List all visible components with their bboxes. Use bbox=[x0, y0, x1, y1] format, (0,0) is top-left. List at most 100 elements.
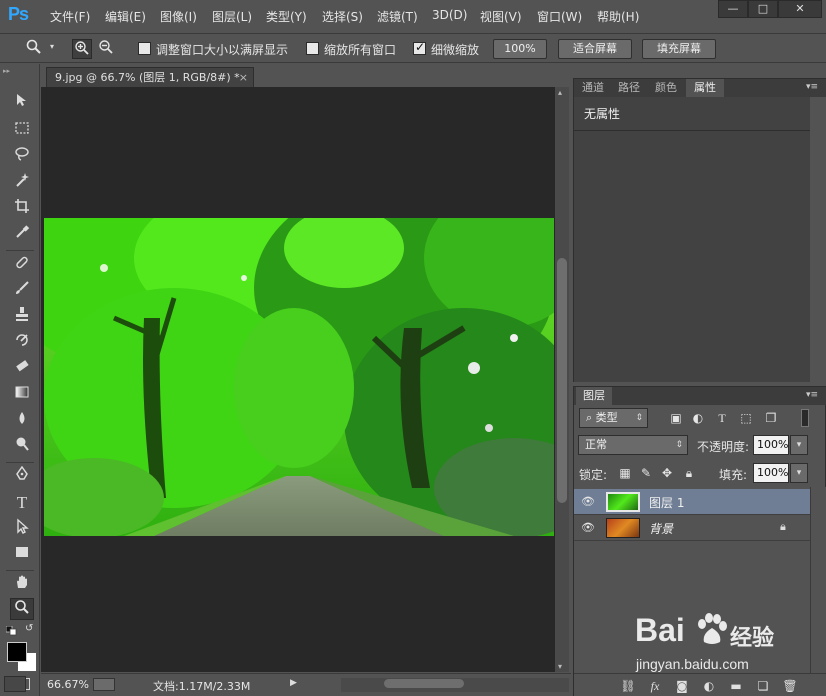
status-info-icon[interactable] bbox=[93, 678, 115, 691]
filter-pixel-icon[interactable]: ▣ bbox=[667, 409, 685, 427]
zoom-tool-icon[interactable] bbox=[10, 598, 34, 620]
zoom-level-readout[interactable]: 66.67% bbox=[47, 678, 89, 691]
tab-layers[interactable]: 图层 bbox=[576, 387, 612, 405]
lock-transparent-pixels-icon[interactable]: ▦ bbox=[617, 465, 633, 481]
menu-layer[interactable]: 图层(L) bbox=[212, 8, 252, 25]
layer-name[interactable]: 图层 1 bbox=[649, 494, 684, 511]
filter-type-icon[interactable]: T bbox=[713, 409, 731, 427]
layer-row-layer1[interactable]: 👁︎ 图层 1 bbox=[574, 489, 810, 515]
menu-edit[interactable]: 编辑(E) bbox=[105, 8, 146, 25]
layer-row-background[interactable]: 👁︎ 背景 🔒︎ bbox=[574, 515, 810, 541]
toolbar-collapse-icon[interactable]: ▸▸ bbox=[3, 67, 33, 75]
menu-filter[interactable]: 滤镜(T) bbox=[377, 8, 418, 25]
visibility-eye-icon[interactable]: 👁︎ bbox=[580, 520, 596, 536]
layer-style-fx-icon[interactable]: fx bbox=[646, 677, 664, 695]
filter-adjustment-icon[interactable]: ◐ bbox=[689, 409, 707, 427]
eraser-tool-icon[interactable] bbox=[10, 358, 34, 380]
document-tab[interactable]: 9.jpg @ 66.7% (图层 1, RGB/8#) * × bbox=[46, 67, 254, 87]
filter-toggle-switch[interactable] bbox=[801, 409, 809, 427]
properties-scrollbar[interactable] bbox=[810, 97, 826, 382]
blend-mode-dropdown[interactable]: 正常 ⇕ bbox=[578, 435, 688, 455]
tab-paths[interactable]: 路径 bbox=[612, 79, 646, 97]
blur-tool-icon[interactable] bbox=[10, 410, 34, 432]
hand-tool-icon[interactable] bbox=[10, 574, 34, 596]
visibility-eye-icon[interactable]: 👁︎ bbox=[580, 494, 596, 510]
tab-color[interactable]: 颜色 bbox=[648, 79, 684, 97]
scrubby-zoom-checkbox[interactable] bbox=[413, 40, 426, 55]
lasso-tool-icon[interactable] bbox=[10, 146, 34, 168]
gradient-tool-icon[interactable] bbox=[10, 384, 34, 406]
tab-channels[interactable]: 通道 bbox=[576, 79, 610, 97]
opacity-slider-toggle-icon[interactable]: ▾ bbox=[790, 435, 808, 455]
menu-type[interactable]: 类型(Y) bbox=[266, 8, 307, 25]
tab-properties[interactable]: 属性 bbox=[686, 79, 724, 97]
clone-stamp-tool-icon[interactable] bbox=[10, 306, 34, 328]
status-menu-arrow-icon[interactable]: ▶ bbox=[290, 678, 297, 688]
history-brush-tool-icon[interactable] bbox=[10, 332, 34, 354]
resize-windows-label: 调整窗口大小以满屏显示 bbox=[156, 43, 289, 57]
crop-tool-icon[interactable] bbox=[10, 198, 34, 220]
layer-filter-dropdown[interactable]: ⌕ 类型 ⇕ bbox=[579, 408, 648, 428]
path-selection-tool-icon[interactable] bbox=[10, 518, 34, 540]
document-size-info: 文档:1.17M/2.33M bbox=[153, 680, 251, 693]
magic-wand-tool-icon[interactable] bbox=[10, 172, 34, 194]
minimize-button[interactable]: — bbox=[718, 0, 748, 18]
tab-close-icon[interactable]: × bbox=[239, 68, 248, 87]
menu-file[interactable]: 文件(F) bbox=[50, 8, 90, 25]
add-mask-icon[interactable]: ◙ bbox=[673, 677, 691, 695]
layers-scrollbar[interactable] bbox=[810, 487, 826, 673]
menu-view[interactable]: 视图(V) bbox=[480, 8, 522, 25]
panel-menu-icon[interactable]: ▾≡ bbox=[806, 82, 818, 92]
maximize-button[interactable]: □ bbox=[748, 0, 778, 18]
zoom-in-icon[interactable] bbox=[72, 39, 92, 59]
scroll-down-arrow-icon[interactable]: ▾ bbox=[558, 662, 562, 671]
fill-input[interactable]: 100% bbox=[753, 463, 789, 483]
default-colors-icon[interactable] bbox=[5, 625, 18, 636]
filter-shape-icon[interactable]: ⬚ bbox=[737, 409, 755, 427]
eyedropper-tool-icon[interactable] bbox=[10, 224, 34, 246]
rectangle-tool-icon[interactable] bbox=[10, 544, 34, 566]
menu-select[interactable]: 选择(S) bbox=[322, 8, 363, 25]
brush-tool-icon[interactable] bbox=[10, 280, 34, 302]
fill-screen-button[interactable]: 填充屏幕 bbox=[642, 39, 716, 59]
forest-road-photo[interactable] bbox=[44, 218, 554, 536]
layers-panel-menu-icon[interactable]: ▾≡ bbox=[806, 390, 818, 400]
preset-dropdown-arrow-icon[interactable]: ▾ bbox=[50, 42, 54, 51]
zoom-preset-icon[interactable] bbox=[24, 39, 44, 59]
menu-help[interactable]: 帮助(H) bbox=[597, 8, 639, 25]
dodge-tool-icon[interactable] bbox=[10, 436, 34, 458]
menu-image[interactable]: 图像(I) bbox=[160, 8, 197, 25]
layer-name[interactable]: 背景 bbox=[649, 520, 673, 537]
close-button[interactable]: ✕ bbox=[778, 0, 822, 18]
adjustment-layer-icon[interactable]: ◐ bbox=[700, 677, 718, 695]
menu-3d[interactable]: 3D(D) bbox=[432, 8, 467, 22]
horizontal-scroll-thumb[interactable] bbox=[384, 679, 464, 688]
scroll-up-arrow-icon[interactable]: ▴ bbox=[558, 88, 562, 97]
screen-mode-icon[interactable] bbox=[4, 676, 26, 692]
marquee-tool-icon[interactable] bbox=[10, 120, 34, 142]
menu-window[interactable]: 窗口(W) bbox=[537, 8, 582, 25]
healing-brush-tool-icon[interactable] bbox=[10, 254, 34, 276]
new-layer-icon[interactable]: ❏ bbox=[754, 677, 772, 695]
fit-screen-button[interactable]: 适合屏幕 bbox=[558, 39, 632, 59]
resize-windows-checkbox[interactable] bbox=[138, 42, 151, 55]
swap-colors-icon[interactable]: ↺ bbox=[25, 623, 33, 634]
lock-all-icon[interactable]: 🔒︎ bbox=[681, 465, 697, 481]
fill-slider-toggle-icon[interactable]: ▾ bbox=[790, 463, 808, 483]
zoom-out-icon[interactable] bbox=[96, 39, 116, 59]
lock-position-icon[interactable]: ✥ bbox=[659, 465, 675, 481]
type-tool-icon[interactable]: T bbox=[10, 492, 34, 514]
new-group-icon[interactable]: ▬ bbox=[727, 677, 745, 695]
lock-image-pixels-icon[interactable]: ✎ bbox=[638, 465, 654, 481]
opacity-input[interactable]: 100% bbox=[753, 435, 789, 455]
link-layers-icon[interactable]: ⛓︎ bbox=[619, 677, 637, 695]
vertical-scroll-thumb[interactable] bbox=[557, 258, 567, 503]
baidu-watermark-logo: Bai bbox=[635, 612, 685, 648]
foreground-color-swatch[interactable] bbox=[7, 642, 27, 662]
pen-tool-icon[interactable] bbox=[10, 465, 34, 488]
zoom-all-checkbox[interactable] bbox=[306, 42, 319, 55]
actual-pixels-button[interactable]: 100% bbox=[493, 39, 547, 59]
filter-smart-object-icon[interactable]: ❐ bbox=[762, 409, 780, 427]
delete-layer-trash-icon[interactable]: 🗑︎ bbox=[781, 677, 799, 695]
move-tool-icon[interactable] bbox=[10, 92, 34, 114]
